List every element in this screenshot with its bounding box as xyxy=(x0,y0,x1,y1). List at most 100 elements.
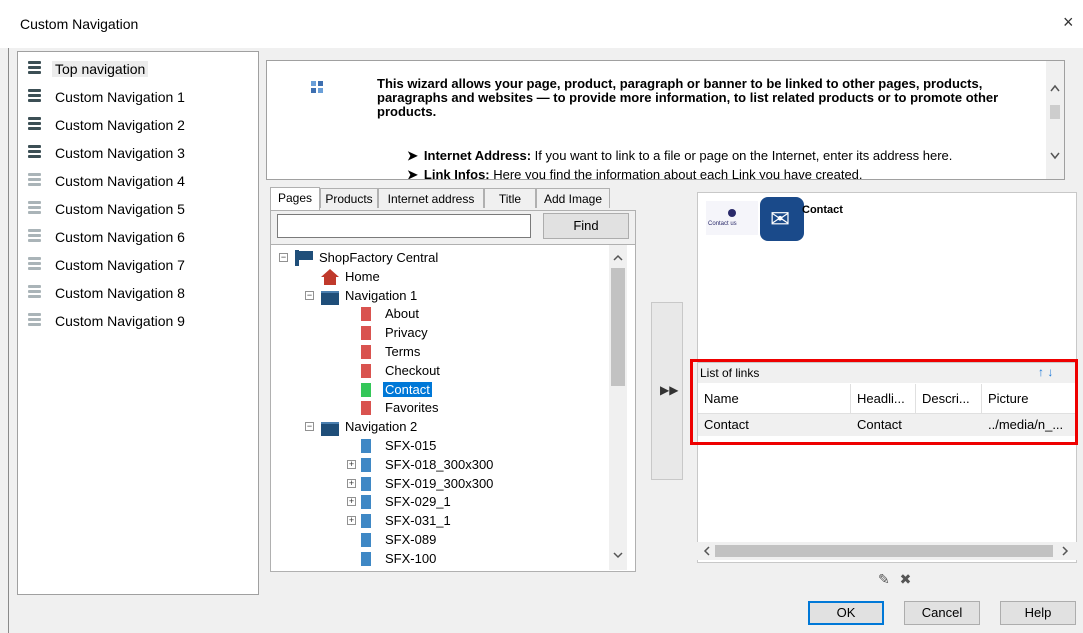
search-input[interactable] xyxy=(277,214,531,238)
tree-item[interactable]: Favorites xyxy=(331,399,635,417)
nav-item[interactable]: Custom Navigation 5 xyxy=(28,198,258,222)
help-bullet-text: If you want to link to a file or page on… xyxy=(531,148,953,163)
phone-envelope-icon: ✉ xyxy=(760,197,804,241)
collapse-icon[interactable]: − xyxy=(279,253,288,262)
page-icon xyxy=(361,363,371,378)
help-button[interactable]: Help xyxy=(1000,601,1076,625)
nav-item[interactable]: Custom Navigation 8 xyxy=(28,282,258,306)
tree-item[interactable]: + SFX-018_300x300 xyxy=(331,456,635,474)
tree-item[interactable]: Terms xyxy=(331,343,635,361)
navigation-stack-icon xyxy=(28,145,42,159)
page-icon xyxy=(361,307,371,322)
collapse-icon[interactable]: − xyxy=(305,422,314,432)
tree-item[interactable]: SFX-015 xyxy=(331,437,635,455)
nav-item[interactable]: Custom Navigation 6 xyxy=(28,226,258,250)
collapse-icon[interactable]: − xyxy=(305,290,314,300)
tree-item-label: SFX-029_1 xyxy=(385,494,451,510)
tree-item[interactable]: − Navigation 2 xyxy=(305,418,625,437)
tree-item-label: Navigation 1 xyxy=(345,287,418,303)
ok-button[interactable]: OK xyxy=(808,601,884,625)
nav-item[interactable]: Custom Navigation 2 xyxy=(28,114,258,138)
tree-item[interactable]: Contact xyxy=(331,381,635,399)
nav-item-label: Custom Navigation 1 xyxy=(55,89,185,105)
expand-icon[interactable]: + xyxy=(347,459,356,469)
tree-item[interactable]: About xyxy=(331,305,635,323)
bullet-arrow-icon: ➤ xyxy=(407,148,418,163)
nav-item[interactable]: Custom Navigation 4 xyxy=(28,170,258,194)
navigation-stack-icon xyxy=(28,61,42,75)
navigation-stack-icon xyxy=(28,229,42,243)
add-link-button[interactable]: ▶▶ xyxy=(651,302,683,480)
expand-icon[interactable]: + xyxy=(347,497,356,507)
nav-item-label: Custom Navigation 8 xyxy=(55,285,185,301)
link-tools: ✎ ✖ xyxy=(878,571,911,588)
navigation-stack-icon xyxy=(28,285,42,299)
tree-item-label: SFX-015 xyxy=(385,438,437,453)
nav-item-label: Custom Navigation 4 xyxy=(55,173,185,189)
highlight-box xyxy=(690,359,1078,445)
navigation-stack-icon xyxy=(28,173,42,187)
tree-item[interactable]: + SFX-031_1 xyxy=(331,512,635,530)
page-icon xyxy=(361,533,371,547)
find-button[interactable]: Find xyxy=(543,213,629,239)
tree-item-label: SFX-100 xyxy=(385,550,437,566)
help-bullet-title: Link Infos: xyxy=(423,167,490,180)
tab-title[interactable]: Title xyxy=(484,188,536,208)
nav-item-label: Custom Navigation 5 xyxy=(55,201,185,217)
help-bullet-title: Internet Address: xyxy=(423,148,532,163)
page-tree: − ShopFactory Central Home − Navigation 1 Abo… xyxy=(270,244,636,572)
edit-pencil-icon[interactable]: ✎ xyxy=(878,571,890,587)
folder-icon xyxy=(321,290,339,305)
tree-item[interactable]: SFX-089 xyxy=(331,531,635,549)
nav-item-label: Top navigation xyxy=(52,61,149,77)
tree-item[interactable]: Home xyxy=(305,268,625,286)
tree-item-label: SFX-089 xyxy=(385,532,437,547)
bullet-arrow-icon: ➤ xyxy=(407,167,418,180)
nav-item-label: Custom Navigation 9 xyxy=(55,313,185,329)
help-bullet-internet: ➤ Internet Address: If you want to link t… xyxy=(407,148,952,164)
tree-item-label: Favorites xyxy=(385,400,439,416)
tab-products[interactable]: Products xyxy=(320,188,378,208)
nav-item[interactable]: Top navigation xyxy=(28,58,258,82)
tree-item[interactable]: − ShopFactory Central xyxy=(279,249,599,267)
tree-item-label: ShopFactory Central xyxy=(319,250,439,265)
help-scrollbar[interactable] xyxy=(1046,61,1064,179)
page-icon xyxy=(361,345,371,359)
double-chevron-right-icon: ▶▶ xyxy=(660,383,679,397)
delete-icon[interactable]: ✖ xyxy=(900,571,912,587)
page-icon xyxy=(361,401,371,416)
nav-item-label: Custom Navigation 6 xyxy=(55,229,185,245)
navigation-stack-icon xyxy=(28,117,42,131)
tree-item[interactable]: − Navigation 1 xyxy=(305,287,625,305)
tab-pages[interactable]: Pages xyxy=(270,187,320,210)
links-hscrollbar-thumb[interactable] xyxy=(715,545,1053,557)
close-icon[interactable]: × xyxy=(1063,12,1074,33)
tab-add-image[interactable]: Add Image xyxy=(536,188,610,208)
tree-item[interactable]: + SFX-029_1 xyxy=(331,493,635,511)
title-bar: Custom Navigation × xyxy=(0,0,1083,48)
tree-scrollbar-thumb[interactable] xyxy=(611,268,625,386)
tab-internet-address[interactable]: Internet address xyxy=(378,188,484,208)
expand-icon[interactable]: + xyxy=(347,478,356,488)
expand-icon[interactable]: + xyxy=(347,516,356,526)
tree-item[interactable]: SFX-100 xyxy=(331,550,635,568)
cancel-button[interactable]: Cancel xyxy=(904,601,980,625)
navigation-stack-icon xyxy=(28,313,42,327)
preview-title: Contact xyxy=(802,204,843,216)
nav-item[interactable]: Custom Navigation 7 xyxy=(28,254,258,278)
tree-item[interactable]: Privacy xyxy=(331,324,635,342)
page-icon xyxy=(361,551,371,566)
tree-item-label: Home xyxy=(345,268,380,284)
tree-item-label: SFX-019_300x300 xyxy=(385,475,494,491)
page-icon xyxy=(361,514,371,529)
tree-item[interactable]: Checkout xyxy=(331,362,635,380)
navigation-stack-icon xyxy=(28,257,42,271)
nav-item[interactable]: Custom Navigation 9 xyxy=(28,310,258,334)
contact-thumbnail: Contact us xyxy=(706,201,758,235)
help-intro: This wizard allows your page, product, p… xyxy=(377,76,999,119)
tree-item[interactable]: + SFX-019_300x300 xyxy=(331,475,635,493)
page-icon xyxy=(361,382,371,397)
nav-item[interactable]: Custom Navigation 3 xyxy=(28,142,258,166)
nav-item[interactable]: Custom Navigation 1 xyxy=(28,86,258,110)
tree-item-label: SFX-031_1 xyxy=(385,513,451,529)
